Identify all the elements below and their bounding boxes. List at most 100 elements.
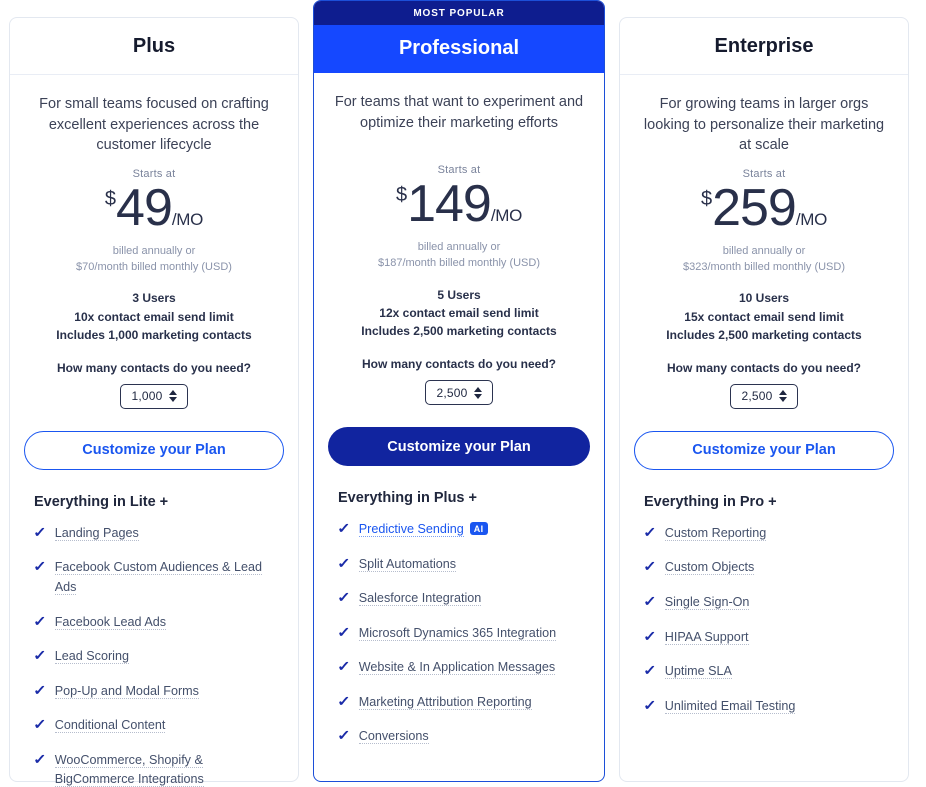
- contacts-quantity-stepper[interactable]: 2,500: [425, 380, 493, 406]
- feature-label[interactable]: Conditional Content: [54, 718, 166, 734]
- feature-label[interactable]: Facebook Custom Audiences & Lead Ads: [54, 560, 262, 595]
- price-row: $149/MO: [328, 178, 590, 230]
- check-icon: ✓: [33, 716, 47, 733]
- feature-label[interactable]: Marketing Attribution Reporting: [358, 694, 532, 710]
- stepper-up-icon[interactable]: [473, 386, 482, 392]
- stepper-up-icon[interactable]: [778, 390, 787, 396]
- feature-label[interactable]: Salesforce Integration: [358, 591, 482, 607]
- card-header-professional: Professional: [314, 25, 604, 73]
- contacts-quantity-stepper[interactable]: 2,500: [730, 383, 798, 409]
- feature-label[interactable]: Website & In Application Messages: [358, 660, 556, 676]
- feature-label[interactable]: Split Automations: [358, 556, 457, 572]
- feature-label[interactable]: Facebook Lead Ads: [54, 614, 167, 630]
- card-header-plus: Plus: [10, 18, 298, 75]
- contacts-quantity-stepper[interactable]: 1,000: [120, 383, 188, 409]
- list-item: ✓ Lead Scoring: [33, 647, 284, 667]
- contacts-value: 2,500: [436, 385, 468, 400]
- feature-label[interactable]: Single Sign-On: [664, 595, 750, 610]
- list-item: ✓ WooCommerce, Shopify & BigCommerce Inte…: [33, 751, 284, 787]
- check-icon: ✓: [643, 627, 657, 644]
- check-icon: ✓: [337, 623, 351, 640]
- plan-contacts-included: Includes 2,500 marketing contacts: [361, 324, 557, 338]
- card-body-plus: For small teams focused on crafting exce…: [10, 75, 298, 787]
- stepper-up-icon[interactable]: [168, 390, 177, 396]
- feature-label[interactable]: Unlimited Email Testing: [664, 698, 796, 714]
- check-icon: ✓: [643, 696, 657, 713]
- feature-label[interactable]: Uptime SLA: [664, 664, 732, 680]
- plan-send-limit: 12x contact email send limit: [379, 305, 539, 320]
- contacts-stepper-wrap: 2,500: [634, 383, 894, 409]
- price-amount: 259: [712, 178, 797, 237]
- check-icon: ✓: [33, 558, 47, 575]
- plan-send-limit: 15x contact email send limit: [684, 309, 844, 324]
- feature-label[interactable]: Lead Scoring: [54, 649, 129, 665]
- stepper-down-icon[interactable]: [778, 397, 787, 403]
- currency-symbol: $: [104, 187, 117, 210]
- check-icon: ✓: [643, 662, 657, 679]
- price-amount: 149: [407, 175, 492, 233]
- contacts-value: 2,500: [741, 389, 773, 404]
- feature-label[interactable]: Predictive Sending: [358, 522, 464, 538]
- billing-line-2: $70/month billed monthly (USD): [76, 261, 232, 273]
- plan-contacts-included: Includes 1,000 marketing contacts: [56, 327, 252, 342]
- list-item: ✓ Pop-Up and Modal Forms: [33, 682, 284, 702]
- feature-label[interactable]: HIPAA Support: [664, 629, 749, 645]
- cta-wrap: Customize your Plan: [634, 430, 894, 470]
- stepper-arrows[interactable]: [778, 390, 787, 403]
- list-item: ✓ HIPAA Support: [643, 627, 894, 648]
- pricing-cards-container: Plus For small teams focused on crafting…: [0, 0, 926, 787]
- pricing-page: Plus For small teams focused on crafting…: [0, 0, 926, 787]
- list-item: ✓ Facebook Lead Ads: [33, 613, 284, 633]
- check-icon: ✓: [337, 589, 351, 606]
- plan-title: Enterprise: [714, 35, 814, 57]
- check-icon: ✓: [643, 523, 657, 540]
- list-item: ✓ Website & In Application Messages: [337, 658, 590, 678]
- customize-plan-button[interactable]: Customize your Plan: [328, 427, 590, 467]
- list-item: ✓ Conversions: [337, 727, 590, 747]
- billing-line-1: billed annually or: [112, 244, 196, 257]
- plan-description: For small teams focused on crafting exce…: [39, 96, 269, 154]
- feature-list: ✓ Landing Pages ✓ Facebook Custom Audience…: [24, 524, 284, 787]
- billing-note: billed annually or $70/month billed mont…: [24, 243, 284, 276]
- feature-label[interactable]: Conversions: [358, 729, 429, 745]
- price-row: $259/MO: [634, 182, 894, 234]
- list-item: ✓ Split Automations: [337, 554, 590, 575]
- feature-label[interactable]: Custom Reporting: [664, 525, 767, 541]
- plan-limits: 5 Users 12x contact email send limit Inc…: [328, 286, 590, 341]
- check-icon: ✓: [337, 554, 351, 571]
- check-icon: ✓: [337, 520, 351, 537]
- stepper-arrows[interactable]: [473, 386, 482, 399]
- customize-plan-button[interactable]: Customize your Plan: [634, 430, 894, 470]
- pricing-card-professional: MOST POPULAR Professional For teams that…: [313, 0, 605, 782]
- feature-label[interactable]: Landing Pages: [54, 525, 139, 541]
- check-icon: ✓: [337, 658, 351, 675]
- plan-users: 3 Users: [132, 291, 176, 306]
- plan-users: 10 Users: [738, 291, 790, 306]
- plan-contacts-included: Includes 2,500 marketing contacts: [666, 327, 862, 342]
- price-period: /MO: [490, 206, 523, 225]
- everything-included-label: Everything in Pro +: [644, 493, 777, 510]
- feature-label[interactable]: WooCommerce, Shopify & BigCommerce Integ…: [54, 752, 204, 787]
- feature-label[interactable]: Pop-Up and Modal Forms: [54, 683, 199, 699]
- feature-label[interactable]: Microsoft Dynamics 365 Integration: [358, 625, 557, 641]
- card-header-enterprise: Enterprise: [620, 18, 908, 75]
- contacts-question: How many contacts do you need?: [361, 357, 557, 372]
- contacts-stepper-wrap: 2,500: [328, 380, 590, 406]
- list-item: ✓ Uptime SLA: [643, 662, 894, 682]
- plan-title: Professional: [398, 37, 520, 59]
- customize-plan-button[interactable]: Customize your Plan: [24, 430, 284, 470]
- stepper-down-icon[interactable]: [473, 393, 482, 399]
- list-item: ✓ Custom Objects: [643, 558, 894, 578]
- list-item: ✓ Salesforce Integration: [337, 589, 590, 609]
- check-icon: ✓: [33, 523, 47, 540]
- feature-list: ✓ Custom Reporting ✓ Custom Objects ✓ Singl…: [634, 524, 894, 731]
- cta-wrap: Customize your Plan: [328, 427, 590, 467]
- check-icon: ✓: [643, 558, 657, 575]
- stepper-down-icon[interactable]: [168, 397, 177, 403]
- list-item: ✓ Custom Reporting: [643, 523, 894, 544]
- card-body-enterprise: For growing teams in larger orgs looking…: [620, 75, 908, 781]
- stepper-arrows[interactable]: [168, 390, 177, 403]
- plan-users: 5 Users: [437, 287, 481, 302]
- everything-included-label: Everything in Plus +: [338, 490, 477, 507]
- feature-label[interactable]: Custom Objects: [664, 560, 755, 576]
